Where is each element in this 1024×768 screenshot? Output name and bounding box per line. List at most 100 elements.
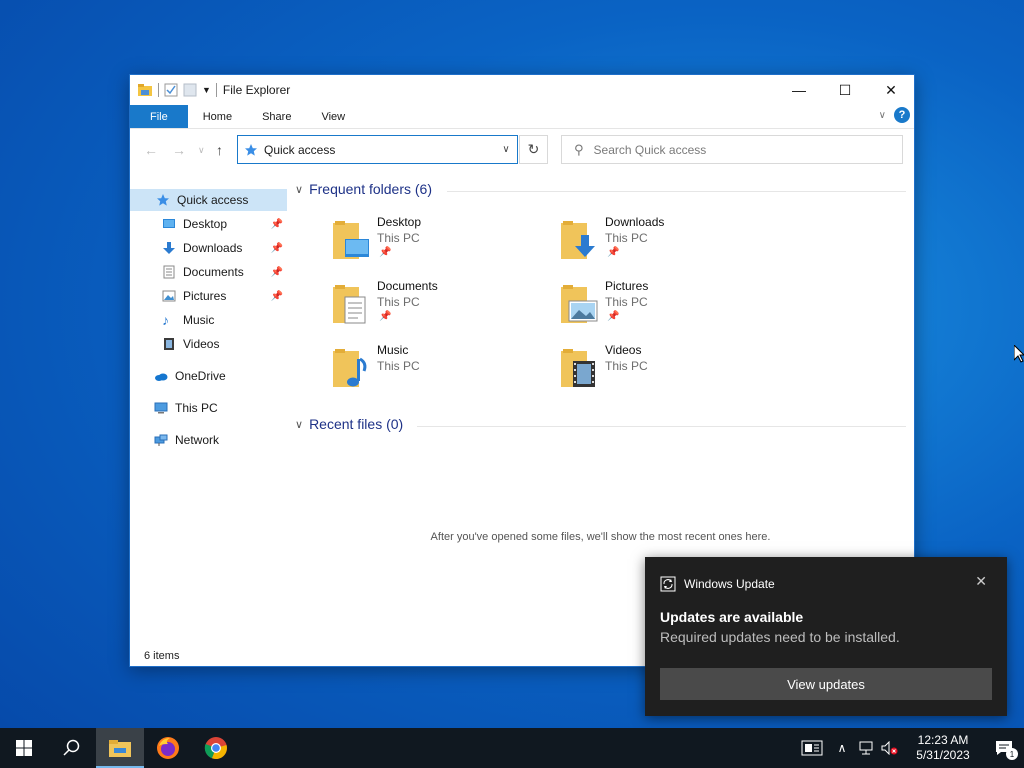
refresh-button[interactable]: ↻ [519, 135, 548, 164]
pin-icon[interactable]: 📌 [271, 267, 283, 278]
sidebar-item-desktop[interactable]: Desktop 📌 [130, 213, 287, 235]
folder-tile-downloads[interactable]: Downloads This PC 📌 [559, 215, 759, 271]
sidebar-item-label: Documents [183, 265, 244, 279]
cloud-icon [155, 373, 168, 381]
collapse-chevron-icon[interactable]: ∨ [295, 183, 303, 196]
clock-time: 12:23 AM [917, 733, 969, 747]
up-arrow-icon[interactable]: ↑ [216, 142, 223, 158]
chrome-taskbar-button[interactable] [192, 728, 240, 768]
sidebar-item-quick-access[interactable]: Quick access [130, 189, 287, 211]
windows-logo-icon [16, 740, 32, 756]
windows-update-toast[interactable]: Windows Update ✕ Updates are available R… [645, 557, 1007, 716]
folder-tile-music[interactable]: Music This PC [331, 343, 531, 399]
forward-arrow-icon[interactable]: → [172, 142, 186, 158]
tab-view[interactable]: View [306, 105, 360, 128]
expand-ribbon-icon[interactable]: ∨ [879, 110, 886, 121]
folder-name: Documents [377, 279, 438, 293]
music-icon: ♪ [162, 312, 169, 328]
network-status-icon[interactable] [854, 728, 878, 768]
search-button[interactable] [48, 728, 96, 768]
toast-close-icon[interactable]: ✕ [975, 573, 987, 590]
ribbon-right-controls: ∨ ? [879, 107, 910, 123]
pin-icon[interactable]: 📌 [271, 291, 283, 302]
maximize-button[interactable]: ☐ [822, 75, 868, 105]
pin-icon[interactable]: 📌 [271, 243, 283, 254]
update-icon [660, 576, 676, 592]
sidebar-item-label: Downloads [183, 241, 243, 255]
new-folder-icon[interactable] [183, 83, 197, 97]
folder-app-icon [138, 84, 152, 96]
address-row: ← → ∨ ↑ Quick access ∨ ↻ ⚲ [130, 133, 914, 167]
sidebar-item-onedrive[interactable]: OneDrive [130, 365, 287, 387]
folder-tile-desktop[interactable]: Desktop This PC 📌 [331, 215, 531, 271]
folder-location: This PC [605, 295, 648, 309]
folder-tile-pictures[interactable]: Pictures This PC 📌 [559, 279, 759, 335]
firefox-icon [157, 737, 179, 759]
sidebar-item-network[interactable]: Network [130, 429, 287, 451]
sidebar-item-downloads[interactable]: Downloads 📌 [130, 237, 287, 259]
window-title: File Explorer [222, 83, 291, 97]
address-bar[interactable]: Quick access ∨ [237, 135, 518, 164]
search-box[interactable]: ⚲ [561, 135, 903, 164]
music-folder-icon [333, 349, 367, 387]
folder-location: This PC [377, 295, 420, 309]
folder-icon [109, 740, 131, 757]
back-arrow-icon[interactable]: ← [144, 142, 158, 158]
firefox-taskbar-button[interactable] [144, 728, 192, 768]
toast-app-header: Windows Update [660, 576, 775, 592]
frequent-folders-header[interactable]: ∨ Frequent folders (6) [295, 181, 432, 197]
window-controls: — ☐ ✕ [776, 75, 914, 105]
news-widget-icon[interactable] [794, 728, 830, 768]
address-value[interactable]: Quick access [264, 143, 489, 157]
file-explorer-taskbar-button[interactable] [96, 728, 144, 768]
toolbar-separator [158, 83, 159, 97]
folder-tile-videos[interactable]: Videos This PC [559, 343, 759, 399]
desktop-icon [163, 219, 175, 228]
view-updates-button[interactable]: View updates [660, 668, 992, 700]
tab-share[interactable]: Share [247, 105, 306, 128]
notification-count-badge: 1 [1006, 748, 1018, 760]
group-divider [447, 191, 906, 192]
help-icon[interactable]: ? [894, 107, 910, 123]
properties-icon[interactable] [164, 83, 178, 97]
search-icon [63, 739, 80, 756]
sidebar-item-label: Music [183, 313, 215, 327]
sidebar-item-music[interactable]: ♪ Music [130, 309, 287, 331]
folder-name: Downloads [605, 215, 665, 229]
sidebar-item-documents[interactable]: Documents 📌 [130, 261, 287, 283]
start-button[interactable] [0, 728, 48, 768]
desktop-folder-icon [333, 221, 369, 259]
show-hidden-icons-chevron-icon[interactable]: ∧ [830, 728, 854, 768]
tab-home[interactable]: Home [188, 105, 247, 128]
action-center-button[interactable]: 1 [984, 728, 1024, 768]
tab-file[interactable]: File [130, 105, 188, 128]
documents-folder-icon [333, 285, 366, 324]
close-button[interactable]: ✕ [868, 75, 914, 105]
pin-icon: 📌 [607, 247, 620, 258]
sidebar-item-label: Network [175, 433, 220, 447]
sidebar-item-videos[interactable]: Videos [130, 333, 287, 355]
search-input[interactable] [593, 142, 874, 157]
minimize-button[interactable]: — [776, 75, 822, 105]
mouse-cursor-icon [1014, 345, 1024, 363]
customize-toolbar-icon[interactable]: ▼ [202, 85, 211, 95]
folder-location: This PC [377, 231, 420, 245]
clock[interactable]: 12:23 AM 5/31/2023 [908, 733, 978, 763]
folder-tile-documents[interactable]: Documents This PC 📌 [331, 279, 531, 335]
sidebar-item-this-pc[interactable]: This PC [130, 397, 287, 419]
pictures-folder-icon [561, 285, 598, 323]
pin-icon[interactable]: 📌 [271, 219, 283, 230]
star-icon [157, 194, 169, 206]
collapse-chevron-icon[interactable]: ∨ [295, 418, 303, 431]
pictures-icon [162, 290, 176, 302]
address-dropdown-icon[interactable]: ∨ [495, 144, 517, 155]
sidebar-item-label: Pictures [183, 289, 227, 303]
folder-location: This PC [377, 359, 420, 373]
volume-muted-icon[interactable] [878, 728, 902, 768]
sidebar-item-pictures[interactable]: Pictures 📌 [130, 285, 287, 307]
recent-locations-icon[interactable]: ∨ [198, 145, 205, 156]
recent-files-header[interactable]: ∨ Recent files (0) [295, 416, 403, 432]
videos-folder-icon [561, 349, 595, 387]
title-bar[interactable]: ▼ File Explorer — ☐ ✕ [130, 75, 914, 105]
pin-icon: 📌 [379, 311, 392, 322]
